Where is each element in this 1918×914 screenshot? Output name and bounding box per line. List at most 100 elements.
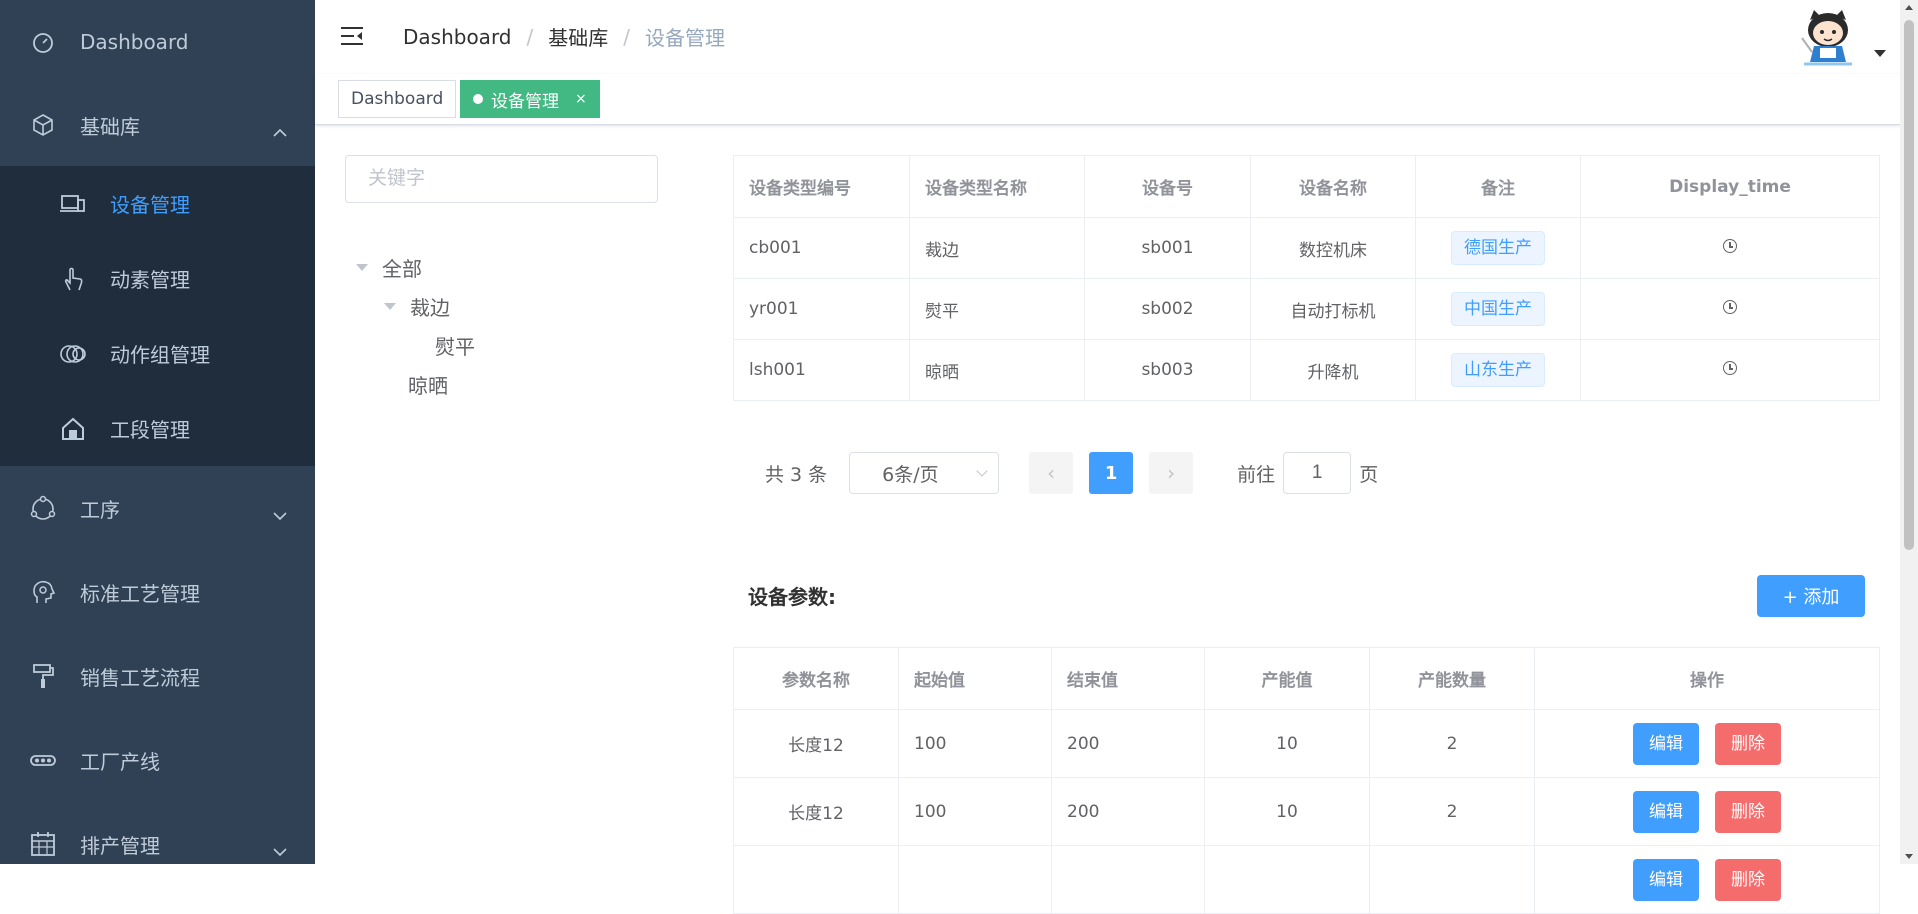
menu-dashboard[interactable]: Dashboard	[0, 0, 315, 84]
scroll-down-icon[interactable]	[1905, 854, 1913, 859]
page-scrollbar[interactable]	[1900, 0, 1918, 864]
keyword-search-input[interactable]	[345, 155, 658, 203]
edit-button[interactable]: 编辑	[1633, 858, 1699, 901]
prev-page-button[interactable]: ‹	[1029, 452, 1074, 494]
sidebar-item-action-group[interactable]: 动作组管理	[0, 316, 315, 391]
table-row[interactable]: cb001 裁边 sb001 数控机床 德国生产	[733, 217, 1880, 279]
breadcrumb: Dashboard / 基础库 / 设备管理	[403, 22, 725, 51]
cell-remark: 山东生产	[1415, 339, 1581, 401]
menu-process[interactable]: 工序	[0, 466, 315, 550]
next-page-button[interactable]: ›	[1149, 452, 1194, 494]
col-type-code: 设备类型编号	[733, 155, 910, 218]
tag-device-management-label: 设备管理	[491, 91, 559, 112]
dashboard-icon	[28, 27, 58, 57]
delete-button[interactable]: 删除	[1715, 858, 1781, 901]
cube-icon	[28, 110, 58, 140]
scroll-up-icon[interactable]	[1905, 5, 1913, 10]
tag-dashboard[interactable]: Dashboard	[338, 80, 457, 118]
breadcrumb-item-base[interactable]: 基础库	[548, 22, 608, 51]
tree-expand-icon[interactable]	[356, 264, 368, 271]
cell-remark: 中国生产	[1415, 278, 1581, 340]
clock-icon	[1723, 300, 1737, 314]
table-row: 长度12 100 200 10 2 编辑 删除	[733, 777, 1880, 846]
cell-capacity-count	[1369, 845, 1535, 914]
page-size-value: 6条/页	[882, 463, 939, 486]
cycle-icon	[28, 493, 58, 523]
table-row[interactable]: yr001 熨平 sb002 自动打标机 中国生产	[733, 278, 1880, 340]
cell-type-code: lsh001	[733, 339, 910, 401]
menu-base-label: 基础库	[80, 114, 140, 139]
menu-schedule-label: 排产管理	[80, 833, 160, 858]
tree-node-yunping[interactable]: 熨平	[435, 331, 475, 360]
device-table: 设备类型编号 设备类型名称 设备号 设备名称 备注 Display_time c…	[733, 155, 1880, 401]
remark-tag: 德国生产	[1451, 231, 1545, 265]
caret-down-icon[interactable]	[1874, 50, 1886, 57]
edit-button[interactable]: 编辑	[1633, 790, 1699, 833]
calendar-icon	[28, 829, 58, 859]
menu-factory-line[interactable]: 工厂产线	[0, 718, 315, 802]
col-remark: 备注	[1415, 155, 1581, 218]
clock-icon	[1723, 361, 1737, 375]
close-icon[interactable]: ×	[575, 91, 587, 107]
remark-tag: 山东生产	[1451, 353, 1545, 387]
cell-display-time	[1580, 217, 1880, 279]
sidebar: Dashboard 基础库 设备管理 动素管理 动作组管理 工段管理 工序 标准…	[0, 0, 315, 864]
breadcrumb-item-dashboard[interactable]: Dashboard	[403, 25, 512, 49]
clock-icon	[1723, 239, 1737, 253]
delete-button[interactable]: 删除	[1715, 722, 1781, 765]
hand-icon	[58, 264, 88, 294]
avatar[interactable]	[1798, 8, 1858, 68]
tag-device-management[interactable]: 设备管理 ×	[460, 80, 600, 118]
col-end: 结束值	[1051, 647, 1205, 710]
tree-node-all-label: 全部	[382, 257, 422, 281]
page-label: 页	[1359, 463, 1379, 486]
col-device-no: 设备号	[1084, 155, 1251, 218]
page-size-select[interactable]: 6条/页	[849, 452, 1000, 494]
cell-end: 200	[1051, 777, 1205, 846]
table-row[interactable]: lsh001 晾晒 sb003 升降机 山东生产	[733, 339, 1880, 401]
goto-page-input[interactable]	[1283, 452, 1352, 494]
table-row: 长度12 100 200 10 2 编辑 删除	[733, 709, 1880, 778]
cell-param-name: 长度12	[733, 709, 899, 778]
menu-schedule[interactable]: 排产管理	[0, 802, 315, 886]
sidebar-item-motion[interactable]: 动素管理	[0, 241, 315, 316]
col-actions: 操作	[1534, 647, 1880, 710]
cell-end: 200	[1051, 709, 1205, 778]
tree-node-all[interactable]: 全部	[356, 253, 422, 282]
tree-node-caibian-label: 裁边	[410, 296, 450, 320]
cell-type-name: 熨平	[909, 278, 1085, 340]
delete-button[interactable]: 删除	[1715, 790, 1781, 833]
cell-end	[1051, 845, 1205, 914]
tree-expand-icon[interactable]	[384, 303, 396, 310]
submenu-base: 设备管理 动素管理 动作组管理 工段管理	[0, 166, 315, 466]
page-number-active[interactable]: 1	[1089, 452, 1134, 494]
cell-param-name	[733, 845, 899, 914]
conveyor-icon	[28, 745, 58, 775]
cell-device-no: sb002	[1084, 278, 1251, 340]
breadcrumb-item-current: 设备管理	[645, 26, 726, 50]
tree-node-yunping-label: 熨平	[435, 335, 475, 359]
table-header-row: 参数名称 起始值 结束值 产能值 产能数量 操作	[733, 647, 1880, 710]
add-button[interactable]: + 添加	[1757, 575, 1865, 617]
cell-device-name: 升降机	[1250, 339, 1416, 401]
menu-standard-craft[interactable]: 标准工艺管理	[0, 550, 315, 634]
tree-node-caibian[interactable]: 裁边	[384, 292, 450, 321]
edit-button[interactable]: 编辑	[1633, 722, 1699, 765]
menu-sales-flow[interactable]: 销售工艺流程	[0, 634, 315, 718]
tree-node-liangshai-label: 晾晒	[408, 374, 448, 398]
col-start: 起始值	[898, 647, 1052, 710]
tree-node-liangshai[interactable]: 晾晒	[408, 370, 448, 399]
tag-dashboard-label: Dashboard	[351, 89, 444, 109]
breadcrumb-separator: /	[526, 24, 534, 49]
sidebar-item-section[interactable]: 工段管理	[0, 391, 315, 466]
cell-display-time	[1580, 278, 1880, 340]
pagination-total: 共 3 条	[765, 463, 828, 486]
sidebar-item-device[interactable]: 设备管理	[0, 166, 315, 241]
col-param-name: 参数名称	[733, 647, 899, 710]
hamburger-icon[interactable]	[340, 24, 364, 52]
cell-capacity: 10	[1204, 777, 1370, 846]
menu-base[interactable]: 基础库	[0, 84, 315, 166]
col-capacity-count: 产能数量	[1369, 647, 1535, 710]
col-device-name: 设备名称	[1250, 155, 1416, 218]
scrollbar-thumb[interactable]	[1904, 20, 1914, 550]
